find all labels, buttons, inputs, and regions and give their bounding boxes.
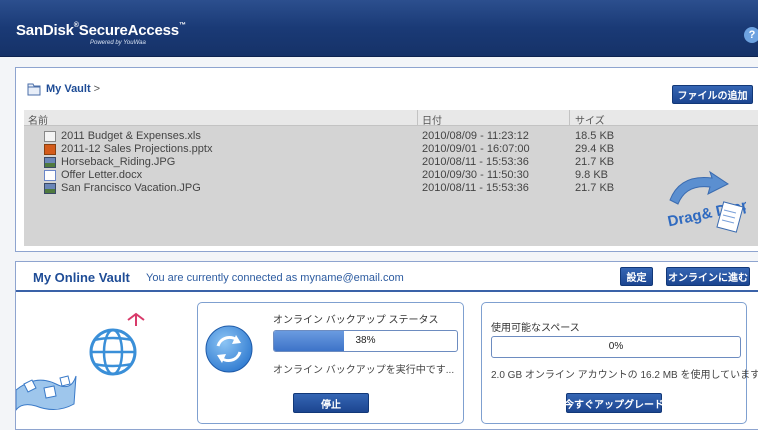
- folder-icon: [27, 83, 41, 96]
- column-name[interactable]: 名前: [28, 112, 48, 127]
- file-name: 2011-12 Sales Projections.pptx: [61, 143, 213, 155]
- brand-logo: SanDisk®SecureAccess™: [16, 22, 186, 39]
- add-file-button[interactable]: ファイルの追加: [672, 85, 753, 104]
- jpg-image-icon: [44, 157, 56, 168]
- breadcrumb-separator: >: [93, 83, 101, 95]
- file-size: 18.5 KB: [575, 130, 615, 142]
- space-usage-bar: 0%: [491, 336, 741, 358]
- column-date[interactable]: 日付: [422, 112, 442, 127]
- available-space-box: 使用可能なスペース 0% 2.0 GB オンライン アカウントの 16.2 MB…: [481, 302, 758, 424]
- file-date: 2010/09/30 - 11:50:30: [422, 169, 529, 181]
- file-size: 9.8 KB: [575, 169, 609, 181]
- my-online-vault-panel: My Online Vault You are currently connec…: [15, 261, 758, 430]
- drag-drop-icon: Drag& Drop: [666, 170, 746, 233]
- breadcrumb: My Vault >: [26, 81, 100, 97]
- go-online-button[interactable]: オンラインに進む: [666, 267, 750, 286]
- column-divider: [569, 110, 570, 126]
- brand-name: SanDisk: [16, 22, 74, 39]
- file-name: Horseback_Riding.JPG: [61, 156, 176, 168]
- file-name: Offer Letter.docx: [61, 169, 143, 181]
- settings-button[interactable]: 設定: [620, 267, 653, 286]
- sync-icon: [205, 325, 253, 373]
- docx-file-icon: [44, 170, 56, 181]
- space-usage-text: 0%: [608, 341, 624, 352]
- file-size: 29.4 KB: [575, 143, 615, 155]
- backup-progress-bar: 38%: [273, 330, 458, 352]
- file-row[interactable]: Horseback_Riding.JPG 2010/08/11 - 15:53:…: [24, 156, 624, 169]
- globe-illustration: [16, 312, 145, 411]
- online-vault-header: My Online Vault You are currently connec…: [16, 262, 758, 292]
- column-size[interactable]: サイズ: [575, 112, 605, 127]
- file-size: 21.7 KB: [575, 182, 615, 194]
- file-size: 21.7 KB: [575, 156, 615, 168]
- stop-button[interactable]: 停止: [293, 393, 369, 413]
- product-trademark: ™: [178, 22, 186, 29]
- column-divider: [417, 110, 418, 126]
- breadcrumb-my-vault[interactable]: My Vault: [46, 83, 91, 95]
- online-vault-title: My Online Vault: [33, 270, 130, 285]
- backup-status-box: オンライン バックアップ ステータス 38% オンライン バックアップを実行中で…: [197, 302, 464, 424]
- file-row[interactable]: San Francisco Vacation.JPG 2010/08/11 - …: [24, 182, 624, 195]
- backup-message: オンライン バックアップを実行中です...: [273, 365, 455, 376]
- available-space-title: 使用可能なスペース: [491, 323, 580, 334]
- file-row[interactable]: 2011-12 Sales Projections.pptx 2010/09/0…: [24, 143, 624, 156]
- jpg-image-icon: [44, 183, 56, 194]
- app-header: SanDisk®SecureAccess™ Powered by YouWaa …: [0, 0, 758, 57]
- product-name: SecureAccess: [78, 22, 179, 39]
- pptx-file-icon: [44, 144, 56, 155]
- file-date: 2010/08/11 - 15:53:36: [422, 182, 529, 194]
- powered-by: Powered by YouWaa: [90, 40, 146, 46]
- xls-file-icon: [44, 131, 56, 142]
- space-usage-message: 2.0 GB オンライン アカウントの 16.2 MB を使用しています: [491, 370, 758, 381]
- file-date: 2010/09/01 - 16:07:00: [422, 143, 530, 155]
- file-list-header: 名前 日付 サイズ: [24, 110, 758, 127]
- backup-progress-text: 38%: [355, 335, 376, 346]
- file-date: 2010/08/09 - 11:23:12: [422, 130, 529, 142]
- help-icon[interactable]: ?: [744, 27, 758, 43]
- file-name: 2011 Budget & Expenses.xls: [61, 130, 201, 142]
- file-date: 2010/08/11 - 15:53:36: [422, 156, 529, 168]
- my-vault-panel: My Vault > ファイルの追加 名前 日付 サイズ 2011 Budget…: [15, 67, 758, 252]
- file-name: San Francisco Vacation.JPG: [61, 182, 201, 194]
- upgrade-button[interactable]: 今すぐアップグレード: [564, 393, 664, 413]
- backup-status-title: オンライン バックアップ ステータス: [273, 315, 439, 326]
- file-list[interactable]: 名前 日付 サイズ 2011 Budget & Expenses.xls 201…: [24, 110, 758, 246]
- file-row[interactable]: Offer Letter.docx 2010/09/30 - 11:50:30 …: [24, 169, 624, 182]
- connection-status: You are currently connected as myname@em…: [146, 272, 404, 284]
- file-row[interactable]: 2011 Budget & Expenses.xls 2010/08/09 - …: [24, 130, 624, 143]
